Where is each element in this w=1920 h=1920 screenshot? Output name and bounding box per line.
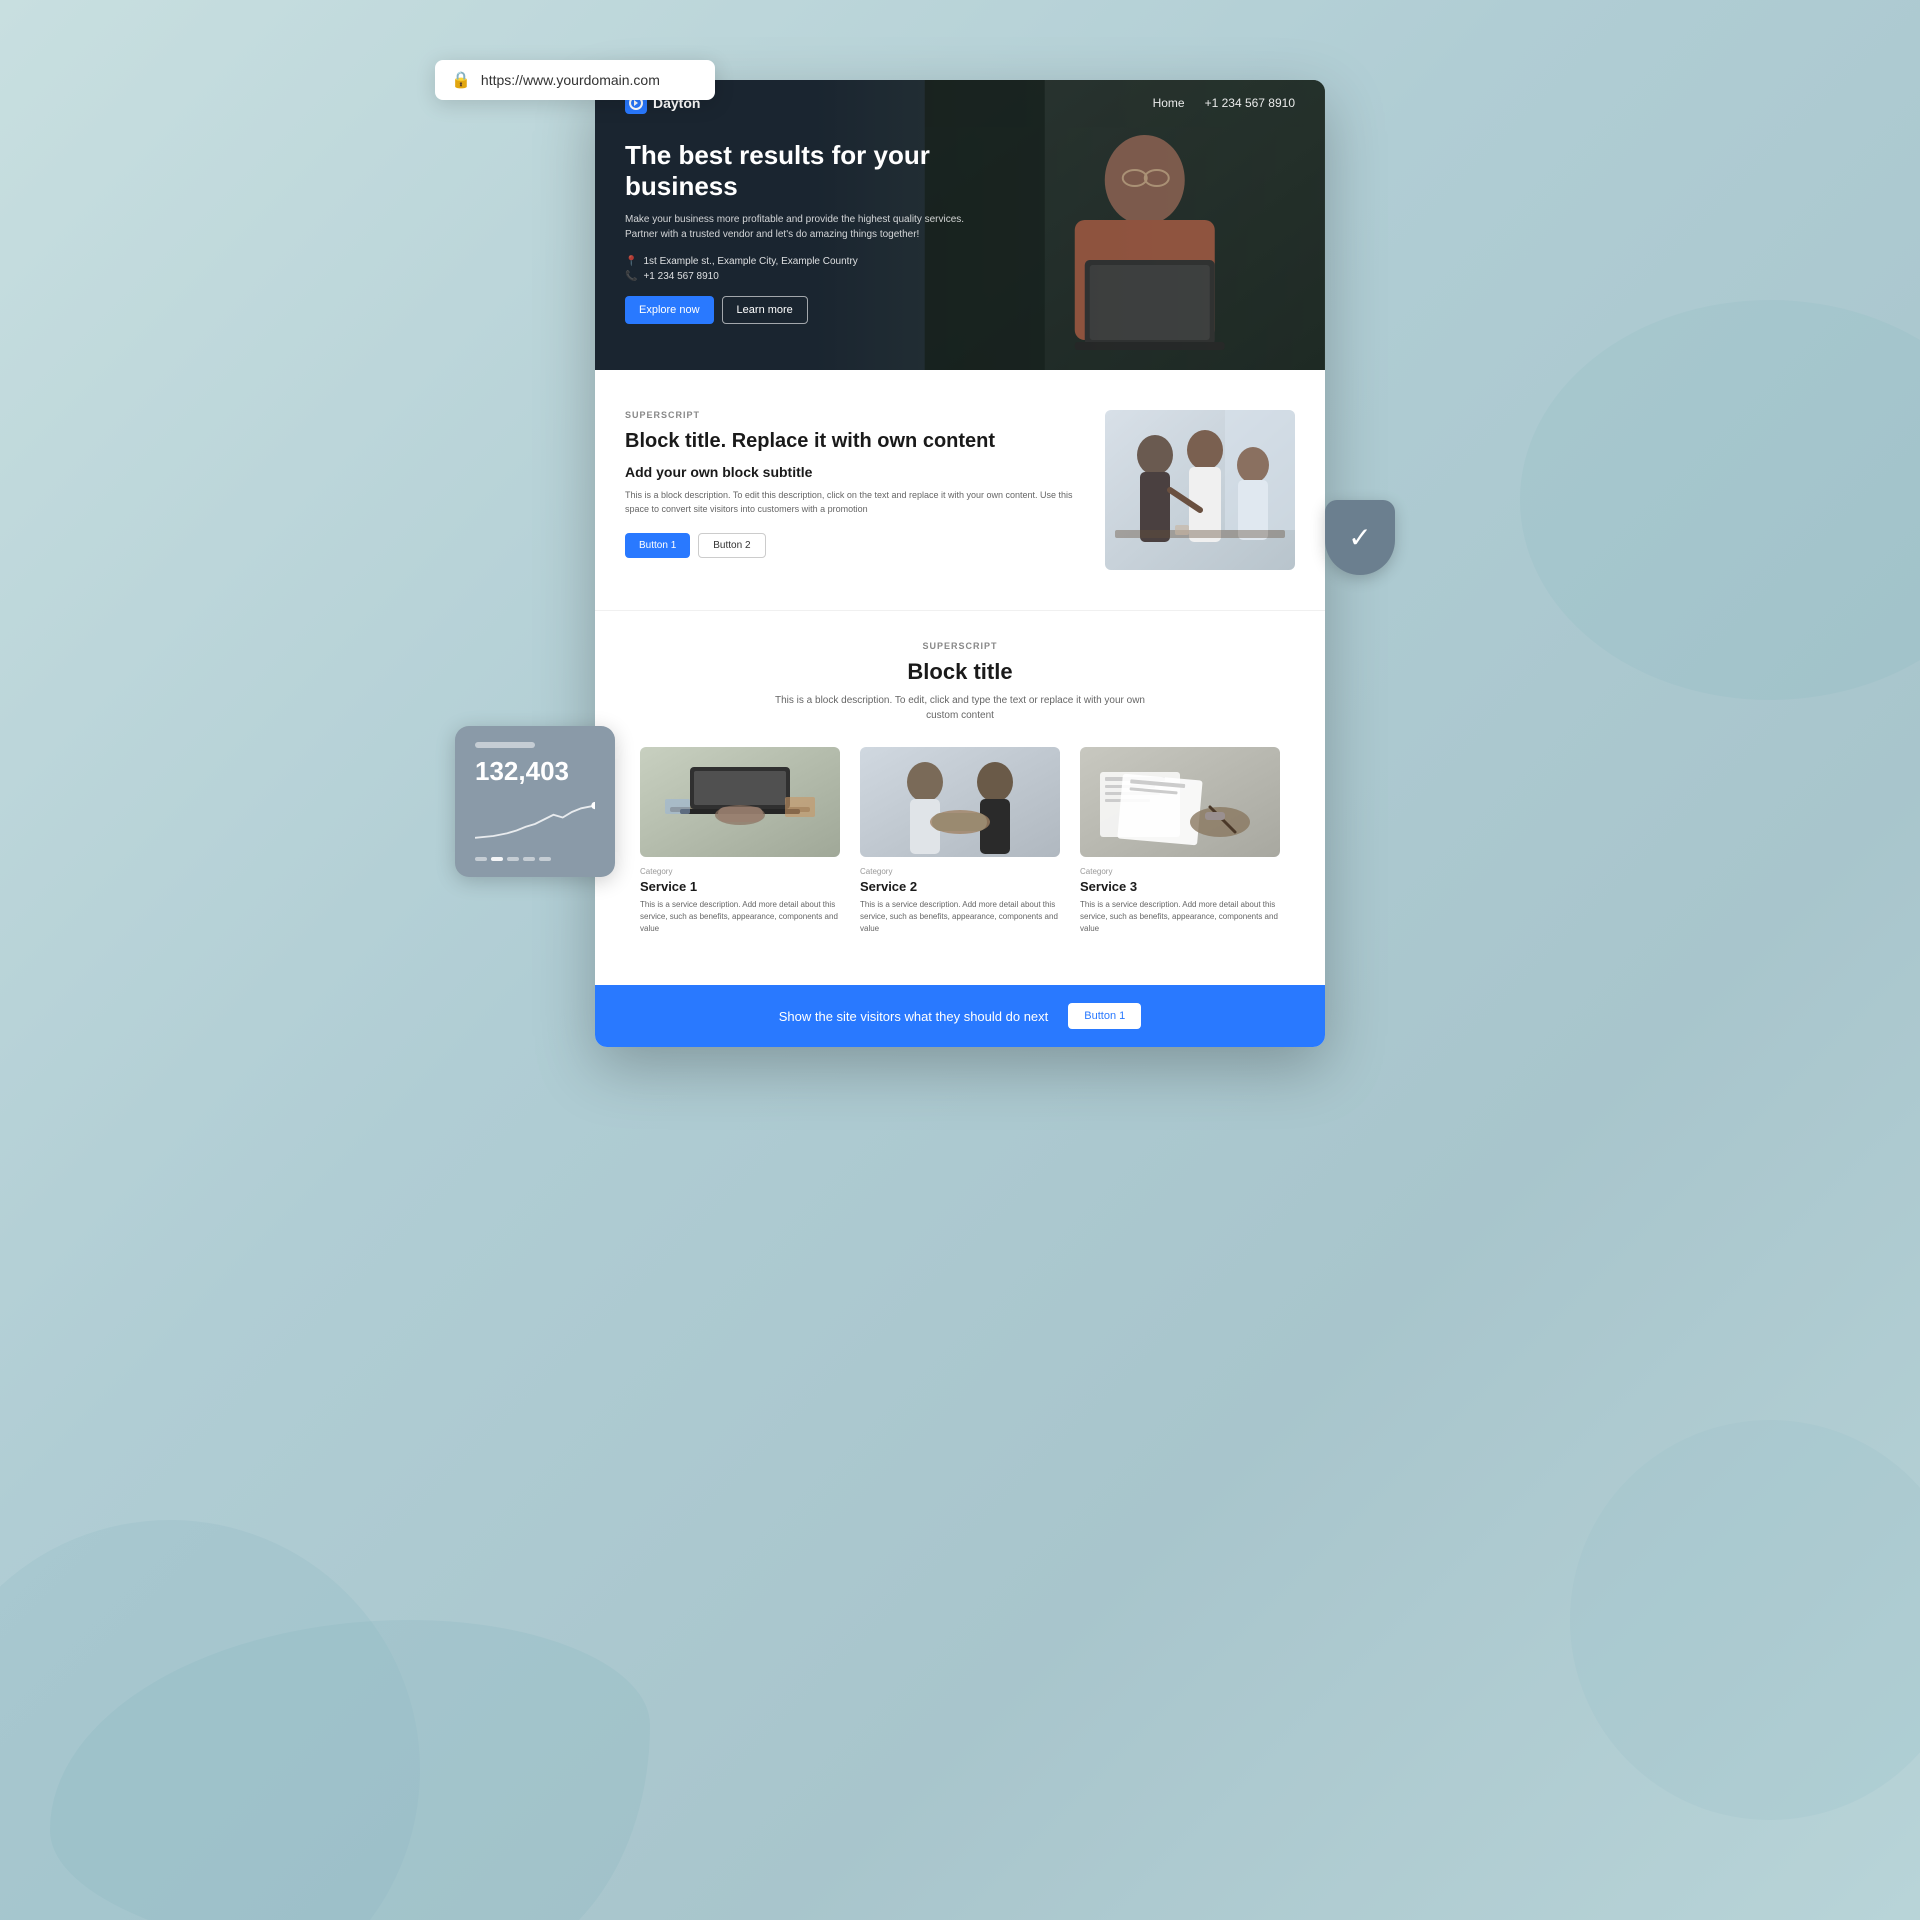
block-button-1[interactable]: Button 1 xyxy=(625,533,690,558)
block-content-section: SUPERSCRIPT Block title. Replace it with… xyxy=(595,370,1325,610)
chart-dots xyxy=(475,857,595,861)
learn-more-button[interactable]: Learn more xyxy=(722,296,808,324)
service-desc-1: This is a service description. Add more … xyxy=(640,899,840,935)
block-title: Block title. Replace it with own content xyxy=(625,428,1075,454)
dot-3 xyxy=(507,857,519,861)
services-description: This is a block description. To edit, cl… xyxy=(760,693,1160,723)
dot-2 xyxy=(491,857,503,861)
service-card-3: Category Service 3 This is a service des… xyxy=(1080,747,1280,935)
service-img-1-graphic xyxy=(640,747,840,857)
service-name-3: Service 3 xyxy=(1080,879,1280,894)
hero-section: Dayton Home +1 234 567 8910 The best res… xyxy=(595,80,1325,370)
shield-check-icon: ✓ xyxy=(1348,521,1371,554)
meeting-image xyxy=(1105,410,1295,570)
service-img-3-graphic xyxy=(1080,747,1280,857)
hero-address-item: 📍 1st Example st., Example City, Example… xyxy=(625,256,965,267)
services-title: Block title xyxy=(625,659,1295,685)
cta-text: Show the site visitors what they should … xyxy=(779,1009,1049,1024)
dot-1 xyxy=(475,857,487,861)
service-card-1: Category Service 1 This is a service des… xyxy=(640,747,840,935)
dot-4 xyxy=(523,857,535,861)
explore-now-button[interactable]: Explore now xyxy=(625,296,714,324)
block-image xyxy=(1105,410,1295,570)
website-mockup: Dayton Home +1 234 567 8910 The best res… xyxy=(595,80,1325,1047)
service-name-1: Service 1 xyxy=(640,879,840,894)
nav-phone[interactable]: +1 234 567 8910 xyxy=(1205,96,1295,110)
hero-phone: +1 234 567 8910 xyxy=(643,271,718,282)
bar-indicator xyxy=(475,742,535,748)
service-category-2: Category xyxy=(860,867,1060,876)
services-superscript: SUPERSCRIPT xyxy=(625,641,1295,651)
services-section: SUPERSCRIPT Block title This is a block … xyxy=(595,610,1325,985)
hero-address: 1st Example st., Example City, Example C… xyxy=(643,256,857,267)
nav-home-link[interactable]: Home xyxy=(1153,96,1185,110)
chart-area xyxy=(475,799,595,849)
block-superscript: SUPERSCRIPT xyxy=(625,410,1075,420)
hero-content: The best results for your business Make … xyxy=(625,140,965,324)
service-desc-2: This is a service description. Add more … xyxy=(860,899,1060,935)
block-buttons: Button 1 Button 2 xyxy=(625,533,1075,558)
stats-card: 132,403 xyxy=(455,726,615,877)
location-icon: 📍 xyxy=(625,256,637,267)
services-grid: Category Service 1 This is a service des… xyxy=(625,747,1295,935)
trend-chart xyxy=(475,799,595,849)
block-text: SUPERSCRIPT Block title. Replace it with… xyxy=(625,410,1075,558)
lock-icon: 🔒 xyxy=(451,70,471,90)
navbar-links: Home +1 234 567 8910 xyxy=(1153,96,1295,110)
block-section: SUPERSCRIPT Block title. Replace it with… xyxy=(625,410,1295,570)
dot-5 xyxy=(539,857,551,861)
hero-buttons: Explore now Learn more xyxy=(625,296,965,324)
block-description: This is a block description. To edit thi… xyxy=(625,488,1075,517)
service-image-3 xyxy=(1080,747,1280,857)
block-subtitle: Add your own block subtitle xyxy=(625,464,1075,480)
service-name-2: Service 2 xyxy=(860,879,1060,894)
phone-icon: 📞 xyxy=(625,271,637,282)
service-category-1: Category xyxy=(640,867,840,876)
cta-banner: Show the site visitors what they should … xyxy=(595,985,1325,1047)
hero-description: Make your business more profitable and p… xyxy=(625,212,965,242)
service-image-1 xyxy=(640,747,840,857)
hero-title: The best results for your business xyxy=(625,140,965,202)
service-img-2-graphic xyxy=(860,747,1060,857)
block-button-2[interactable]: Button 2 xyxy=(698,533,765,558)
hero-phone-item: 📞 +1 234 567 8910 xyxy=(625,271,965,282)
service-category-3: Category xyxy=(1080,867,1280,876)
service-image-2 xyxy=(860,747,1060,857)
stat-number: 132,403 xyxy=(475,756,595,787)
shield-badge: ✓ xyxy=(1325,500,1395,575)
url-text: https://www.yourdomain.com xyxy=(481,72,660,88)
cta-button[interactable]: Button 1 xyxy=(1068,1003,1141,1029)
url-bar[interactable]: 🔒 https://www.yourdomain.com xyxy=(435,60,715,100)
service-desc-3: This is a service description. Add more … xyxy=(1080,899,1280,935)
hero-info: 📍 1st Example st., Example City, Example… xyxy=(625,256,965,282)
service-card-2: Category Service 2 This is a service des… xyxy=(860,747,1060,935)
